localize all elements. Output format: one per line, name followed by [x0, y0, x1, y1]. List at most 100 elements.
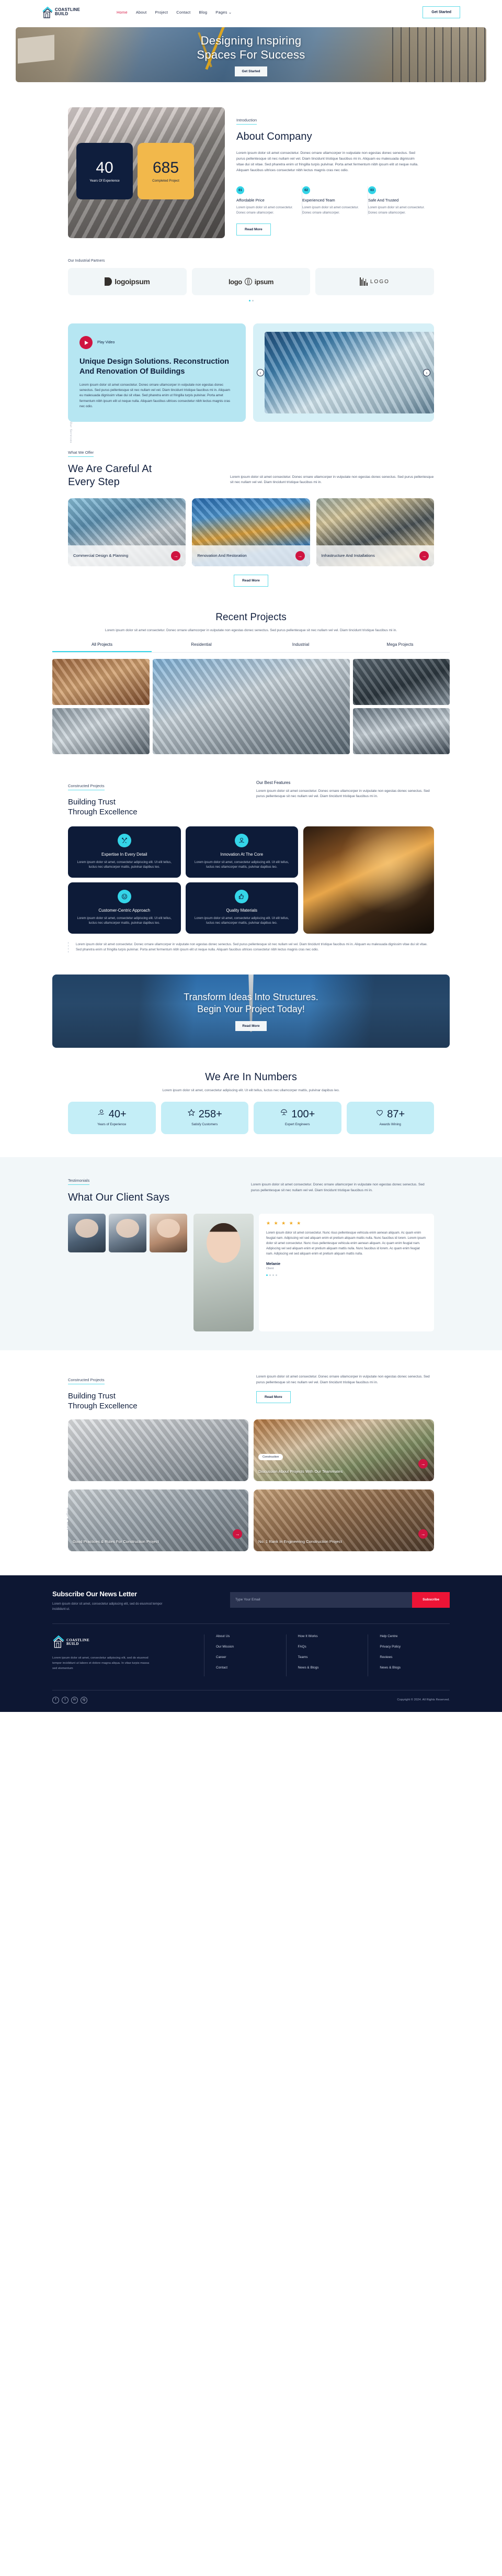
carousel-dot-1[interactable] — [248, 300, 250, 301]
footer-link-news-blogs[interactable]: News & Blogs — [298, 1666, 368, 1670]
nav-link-project[interactable]: Project — [155, 10, 168, 15]
footer-link-teams[interactable]: Teams — [298, 1655, 368, 1659]
blog-read-more-button[interactable]: Read More — [256, 1391, 291, 1404]
project-thumbnail-featured[interactable] — [152, 658, 350, 754]
footer-link-news-blogs-2[interactable]: News & Blogs — [380, 1666, 450, 1670]
blog-card-no1-rank[interactable]: No. 1 Rank In Engineering Construction P… — [254, 1489, 434, 1551]
service-card-commercial-design[interactable]: Commercial Design & Planning → — [68, 498, 186, 567]
cta-read-more-button[interactable]: Read More — [235, 1021, 267, 1031]
stat-years-label: Years Of Experience — [89, 179, 120, 183]
arrow-right-icon[interactable]: → — [418, 1529, 428, 1539]
number-value: 87+ — [387, 1108, 405, 1120]
projects-tabs: All Projects Residential Industrial Mega… — [52, 642, 450, 653]
partner-logo-1[interactable]: logoipsum — [68, 268, 187, 295]
arrow-right-icon[interactable]: → — [419, 551, 429, 561]
handshake-badge-icon — [97, 1108, 106, 1119]
feature-text: Lorem ipsum dolor sit amet consectetur. … — [368, 206, 425, 215]
instagram-icon[interactable]: ig — [81, 1696, 87, 1704]
service-card-infrastructure[interactable]: Infrastructure And Installations → — [316, 498, 434, 567]
carousel-dot-1[interactable] — [266, 1274, 268, 1276]
footer-link-contact[interactable]: Contact — [216, 1666, 286, 1670]
footer-link-how-it-works[interactable]: How It Works — [298, 1634, 368, 1638]
arrow-right-icon[interactable]: → — [233, 1529, 242, 1539]
twitter-icon[interactable]: t — [62, 1696, 69, 1704]
services-read-more-button[interactable]: Read More — [234, 575, 268, 587]
feature-card-customer-centric[interactable]: Customer-Centric Approach Lorem ipsum do… — [68, 882, 181, 934]
logo[interactable]: COASTLINE BUILD — [42, 6, 80, 18]
projects-subtitle: Lorem ipsum dolor sit amet consectetur. … — [105, 629, 397, 633]
services-section: Our Services What We Offer We Are Carefu… — [68, 422, 434, 587]
footer-link-our-mission[interactable]: Our Mission — [216, 1645, 286, 1649]
project-thumbnail[interactable] — [352, 708, 450, 754]
feature-card-title: Customer-Centric Approach — [98, 908, 151, 913]
footer-link-help-centre[interactable]: Help Centre — [380, 1634, 450, 1638]
project-thumbnail[interactable] — [52, 658, 150, 705]
tab-all-projects[interactable]: All Projects — [52, 642, 152, 652]
slider-prev-arrow-icon[interactable]: ‹ — [257, 369, 264, 376]
project-thumbnail[interactable] — [52, 708, 150, 754]
slider-next-arrow-icon[interactable]: › — [423, 369, 430, 376]
about-features: 01 Affordable Price Lorem ipsum dolor si… — [236, 186, 434, 216]
carousel-dot-2[interactable] — [252, 300, 254, 301]
avatar[interactable] — [68, 1213, 106, 1252]
footer-link-privacy-policy[interactable]: Privacy Policy — [380, 1645, 450, 1649]
arrow-right-icon[interactable]: → — [418, 1459, 428, 1469]
number-label: Years of Experience — [97, 1122, 127, 1126]
feature-card-innovation[interactable]: Innovation At The Core Lorem ipsum dolor… — [185, 826, 298, 878]
footer-link-reviews[interactable]: Reviews — [380, 1655, 450, 1659]
footer-link-career[interactable]: Career — [216, 1655, 286, 1659]
carousel-dot-4[interactable] — [276, 1274, 277, 1276]
engineer-helmet-icon — [280, 1108, 288, 1119]
partner-logo-3[interactable]: LOGO — [315, 268, 435, 295]
unique-design-section: Play Video Unique Design Solutions. Reco… — [68, 301, 434, 422]
feature-card-quality-materials[interactable]: Quality Materials Lorem ipsum dolor sit … — [185, 882, 298, 934]
project-thumbnail[interactable] — [352, 658, 450, 705]
avatar[interactable] — [150, 1213, 187, 1252]
nav-link-pages[interactable]: Pages ⌄ — [215, 10, 232, 15]
subscribe-button[interactable]: Subscribe — [412, 1592, 450, 1608]
number-label: Expert Engineers — [285, 1122, 310, 1126]
arrow-right-icon[interactable]: → — [171, 551, 181, 561]
rating-stars: ★ ★ ★ ★ ★ — [266, 1220, 302, 1226]
number-card-customers: 258+ Satisfy Customers — [161, 1101, 248, 1134]
nav-link-blog[interactable]: Blog — [199, 10, 207, 15]
footer-link-about-us[interactable]: About Us — [216, 1634, 286, 1638]
get-started-button[interactable]: Get Started — [423, 6, 460, 18]
trust-section: Constructed Projects Building Trust Thro… — [68, 754, 434, 953]
nav-link-contact[interactable]: Contact — [176, 10, 190, 15]
service-card-renovation[interactable]: Renovation And Restoration → — [192, 498, 310, 567]
innovation-bulb-icon — [235, 833, 249, 847]
footer-link-faqs[interactable]: FAQs — [298, 1645, 368, 1649]
blog-card-image-only[interactable] — [68, 1419, 248, 1481]
testimonial-quote: Lorem ipsum dolor sit amet consectetur. … — [266, 1231, 426, 1256]
avatar[interactable] — [109, 1213, 146, 1252]
nav-link-about[interactable]: About — [136, 10, 147, 15]
blog-title: Building Trust Through Excellence — [68, 1391, 241, 1411]
tab-residential[interactable]: Residential — [152, 642, 251, 652]
tab-mega-projects[interactable]: Mega Projects — [350, 642, 450, 652]
testimonial-carousel-dots[interactable] — [266, 1274, 427, 1276]
hero-get-started-button[interactable]: Get Started — [235, 66, 267, 76]
stat-projects-value: 685 — [152, 159, 179, 176]
services-eyebrow: What We Offer — [68, 450, 94, 457]
services-title-line1: We Are Careful At — [68, 463, 152, 475]
play-icon[interactable] — [79, 336, 93, 349]
carousel-dot-3[interactable] — [272, 1274, 274, 1276]
newsletter-email-input[interactable] — [230, 1592, 413, 1608]
partner-name: LOGO — [370, 278, 390, 285]
arrow-right-icon[interactable]: → — [295, 551, 305, 561]
footer-logo[interactable]: COASTLINE BUILD — [52, 1634, 204, 1651]
facebook-icon[interactable]: f — [52, 1696, 59, 1704]
about-eyebrow: Introduction — [236, 118, 257, 125]
about-read-more-button[interactable]: Read More — [236, 223, 271, 236]
blog-card-good-practices[interactable]: Good Practices & Rules For Construction … — [68, 1489, 248, 1551]
play-video-control[interactable]: Play Video — [79, 336, 234, 349]
feature-title: Affordable Price — [236, 198, 265, 203]
blog-card-discussion[interactable]: Construction Discussion About Projects W… — [254, 1419, 434, 1481]
partner-logo-2[interactable]: logo ipsum — [191, 268, 311, 295]
nav-link-home[interactable]: Home — [117, 10, 128, 15]
linkedin-icon[interactable]: in — [71, 1696, 78, 1704]
carousel-dot-2[interactable] — [269, 1274, 271, 1276]
tab-industrial[interactable]: Industrial — [251, 642, 350, 652]
feature-card-expertise[interactable]: Expertise In Every Detail Lorem ipsum do… — [68, 826, 181, 878]
